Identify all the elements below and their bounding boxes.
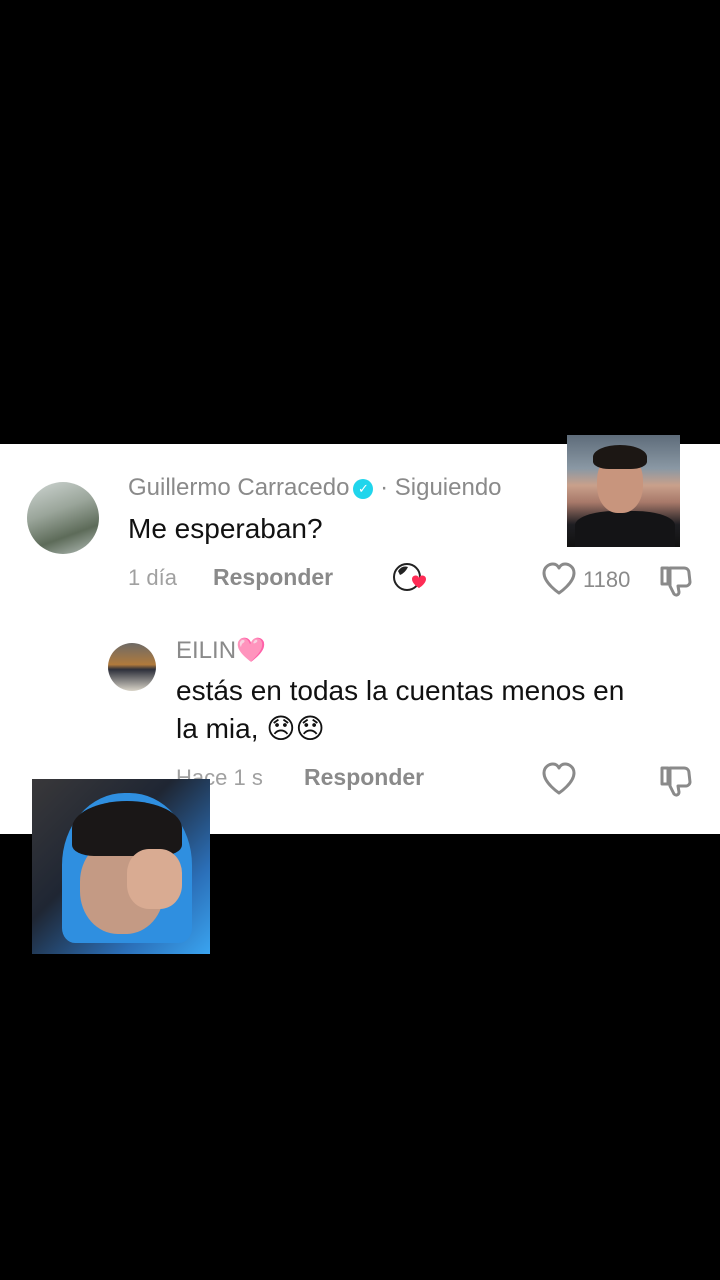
creator-camera-overlay [567,435,680,547]
reply-username[interactable]: EILIN🩷 [176,636,266,665]
comment-time: 1 día [128,565,177,590]
sticker-hand [127,849,182,909]
reply-text-line2: la mia, 😞😞 [176,713,325,744]
reply-text-line1: estás en todas la cuentas menos en [176,675,625,706]
commenter-avatar[interactable] [27,482,99,554]
creator-liked-heart-icon [393,563,426,591]
like-heart-icon[interactable] [541,562,577,596]
comment-text: Me esperaban? [128,513,323,544]
comment-username[interactable]: Guillermo Carracedo [128,474,349,501]
dislike-icon[interactable] [658,562,694,598]
comment-username-row[interactable]: Guillermo Carracedo ✓ · Siguiendo [128,474,502,502]
camera-hair [593,445,647,469]
sticker-hair [72,801,182,856]
reply-like-heart-icon[interactable] [541,762,577,796]
reply-dislike-icon[interactable] [658,762,694,798]
verified-badge-icon: ✓ [353,479,374,499]
reply-button[interactable]: Responder [213,564,333,591]
reply-reply-button[interactable]: Responder [304,764,424,791]
following-label: · Siguiendo [380,474,502,501]
like-count: 1180 [583,567,631,592]
crying-sticker-image [32,779,210,954]
camera-shirt [575,511,675,547]
reply-avatar[interactable] [108,643,156,691]
